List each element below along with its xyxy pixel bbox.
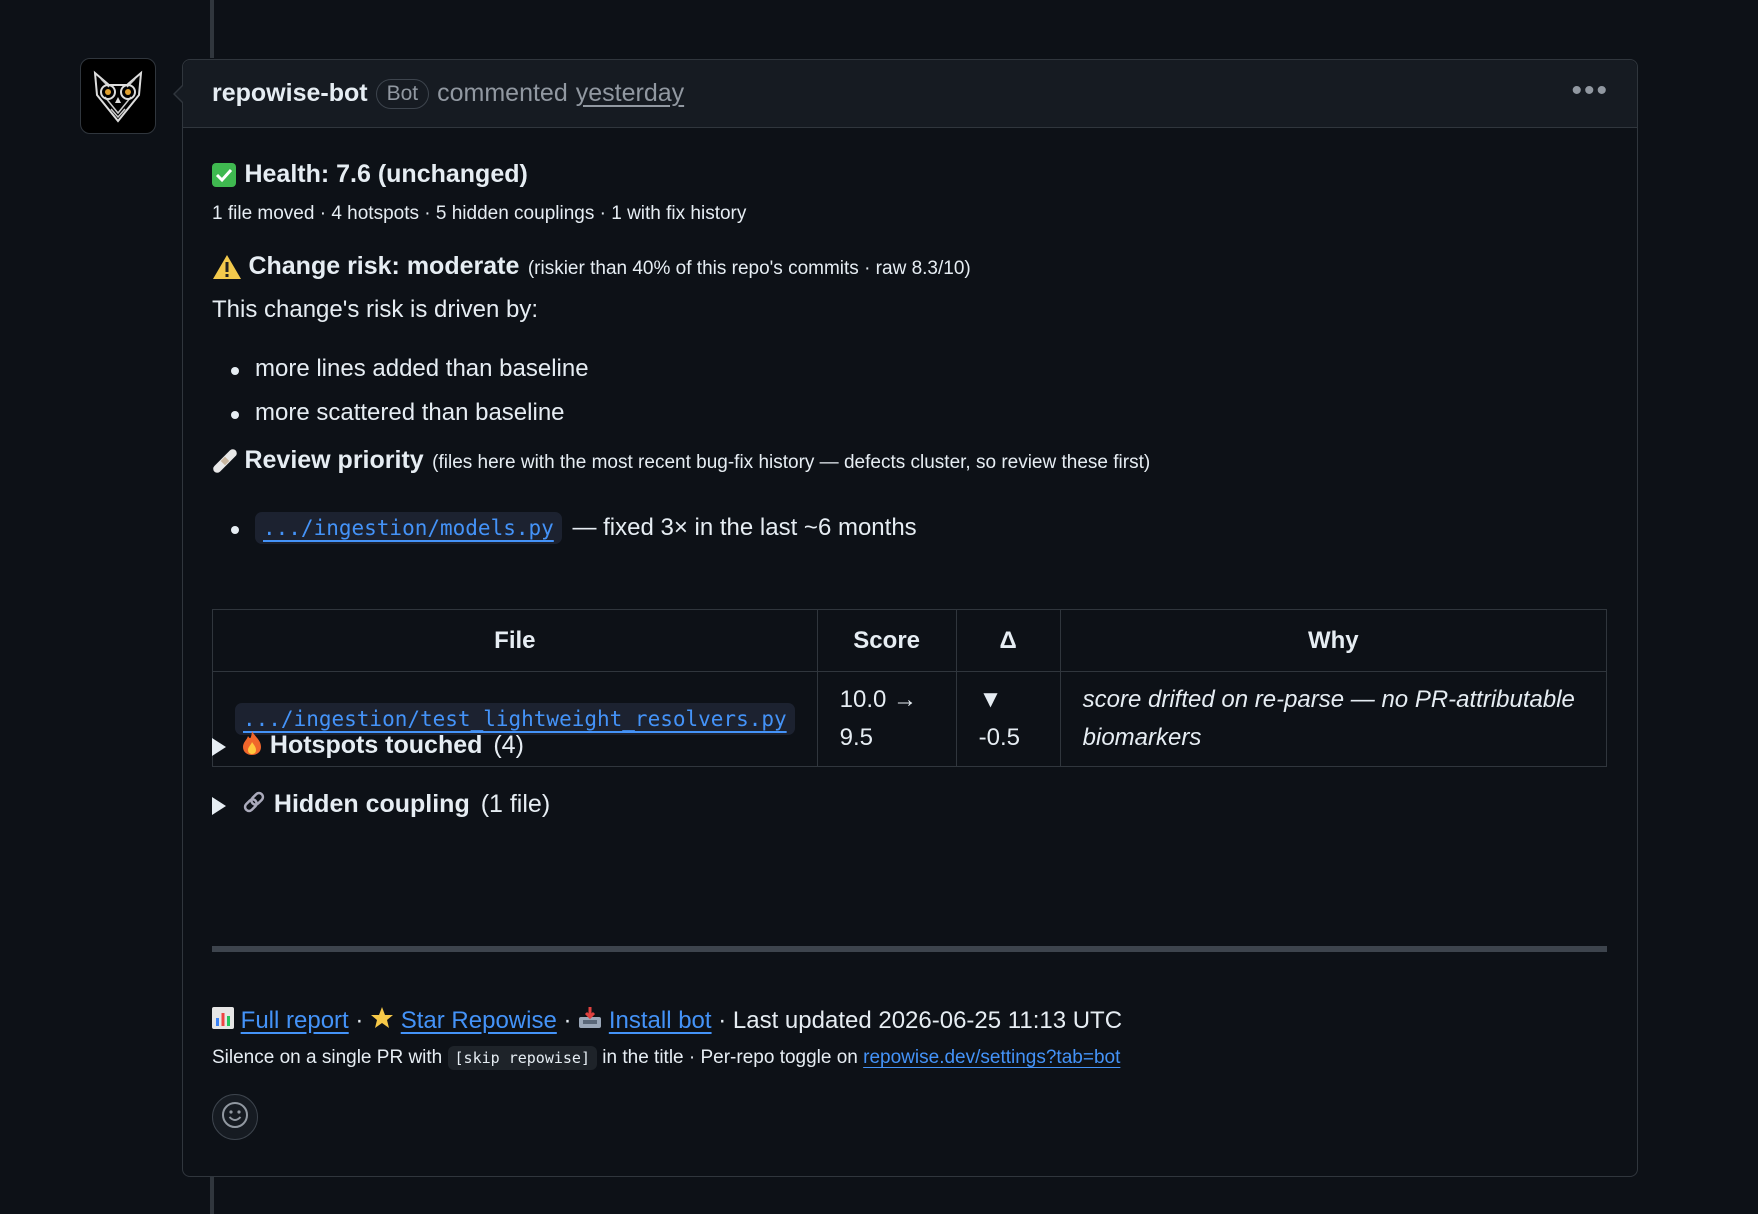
silence-prefix: Silence on a single PR with bbox=[212, 1047, 443, 1068]
bandage-icon bbox=[212, 448, 238, 479]
warning-icon bbox=[212, 254, 242, 285]
skip-code: [skip repowise] bbox=[447, 1046, 597, 1070]
fire-icon bbox=[241, 730, 263, 763]
risk-heading: Change risk: moderate (riskier than 40% … bbox=[212, 252, 971, 285]
list-item: more lines added than baseline bbox=[231, 355, 589, 382]
check-icon bbox=[212, 163, 236, 192]
inbox-icon bbox=[578, 1006, 602, 1037]
col-why: Why bbox=[1059, 609, 1608, 672]
footer-links: Full report · Star Repowise · Install bo… bbox=[212, 1006, 1122, 1037]
add-reaction-button[interactable] bbox=[212, 1094, 258, 1140]
comment-header: repowise-bot Bot commented yesterday ••• bbox=[183, 60, 1637, 128]
install-bot-link[interactable]: Install bot bbox=[609, 1007, 712, 1034]
timeline-line-bottom bbox=[210, 1176, 214, 1214]
comment-body: Health: 7.6 (unchanged) 1 file moved · 4… bbox=[183, 128, 1637, 1175]
table-header-row: File Score Δ Why bbox=[212, 609, 1608, 672]
coupling-label: Hidden coupling bbox=[273, 790, 470, 819]
footer-separator: · bbox=[563, 1006, 572, 1034]
full-report-link[interactable]: Full report bbox=[241, 1007, 349, 1034]
disclosure-triangle-icon bbox=[212, 737, 226, 756]
comment-action: commented bbox=[437, 79, 568, 107]
chart-icon bbox=[212, 1007, 234, 1036]
health-title: Health: 7.6 (unchanged) bbox=[244, 160, 528, 188]
bot-badge: Bot bbox=[375, 78, 430, 109]
col-file: File bbox=[212, 609, 818, 672]
risk-title: Change risk: moderate bbox=[248, 252, 520, 280]
table-cell-delta: ▼ -0.5 bbox=[955, 671, 1061, 767]
star-repowise-link[interactable]: Star Repowise bbox=[401, 1007, 557, 1034]
review-note: (files here with the most recent bug-fix… bbox=[432, 452, 1151, 473]
coupling-count: (1 file) bbox=[480, 790, 551, 819]
table-cell-why: score drifted on re-parse — no PR-attrib… bbox=[1059, 671, 1608, 767]
col-score: Score bbox=[816, 609, 957, 672]
col-delta: Δ bbox=[955, 609, 1061, 672]
hotspots-count: (4) bbox=[493, 731, 524, 760]
list-item: more scattered than baseline bbox=[231, 399, 565, 426]
disclosure-triangle-icon bbox=[212, 796, 226, 815]
silence-note: Silence on a single PR with [skip repowi… bbox=[212, 1046, 1120, 1070]
review-file-item: .../ingestion/models.py — fixed 3× in th… bbox=[231, 512, 917, 544]
comment-timestamp[interactable]: yesterday bbox=[576, 79, 684, 108]
table-cell-score: 10.0 → 9.5 bbox=[816, 671, 957, 767]
footer-separator: · bbox=[355, 1006, 364, 1034]
health-summary: 1 file moved · 4 hotspots · 5 hidden cou… bbox=[212, 203, 747, 224]
coupling-summary[interactable]: Hidden coupling (1 file) bbox=[212, 789, 550, 822]
star-icon bbox=[370, 1006, 394, 1037]
health-heading: Health: 7.6 (unchanged) bbox=[212, 160, 528, 192]
comment-card: repowise-bot Bot commented yesterday •••… bbox=[173, 59, 1638, 1177]
risk-driven-by: This change's risk is driven by: bbox=[212, 296, 539, 323]
divider bbox=[212, 946, 1607, 952]
review-file-note: — fixed 3× in the last ~6 months bbox=[572, 514, 917, 541]
hotspots-label: Hotspots touched bbox=[269, 731, 483, 760]
review-heading: Review priority (files here with the mos… bbox=[212, 446, 1150, 479]
timeline-line-top bbox=[210, 0, 214, 58]
author-name[interactable]: repowise-bot bbox=[212, 79, 368, 108]
owl-avatar[interactable] bbox=[80, 58, 156, 134]
risk-note: (riskier than 40% of this repo's commits… bbox=[527, 258, 971, 279]
kebab-icon[interactable]: ••• bbox=[1571, 74, 1609, 108]
review-file-link[interactable]: .../ingestion/models.py bbox=[255, 512, 562, 544]
review-title: Review priority bbox=[244, 446, 424, 474]
smiley-icon bbox=[221, 1101, 249, 1134]
settings-link[interactable]: repowise.dev/settings?tab=bot bbox=[863, 1047, 1120, 1068]
owl-icon bbox=[93, 70, 143, 123]
link-icon bbox=[241, 789, 267, 822]
silence-mid: in the title · Per-repo toggle on bbox=[602, 1047, 858, 1068]
hotspots-summary[interactable]: Hotspots touched (4) bbox=[212, 730, 524, 763]
last-updated: · Last updated 2026-06-25 11:13 UTC bbox=[718, 1006, 1123, 1034]
